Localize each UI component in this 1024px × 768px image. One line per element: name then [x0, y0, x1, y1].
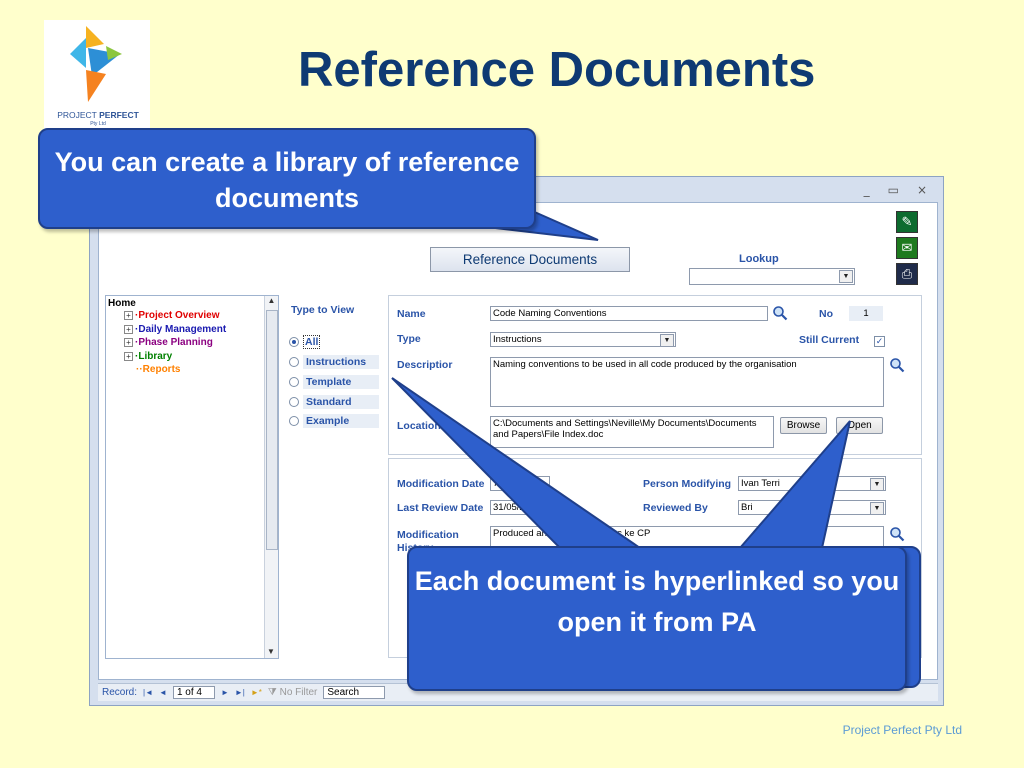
callout-hyperlink: Each document is hyperlinked so you open…: [407, 546, 907, 691]
callout-bottom-pointer-right: [737, 420, 851, 549]
callout-library: You can create a library of reference do…: [38, 128, 536, 229]
slide-footer: Project Perfect Pty Ltd: [842, 723, 962, 737]
callout-bottom-pointer-left: [391, 377, 644, 549]
